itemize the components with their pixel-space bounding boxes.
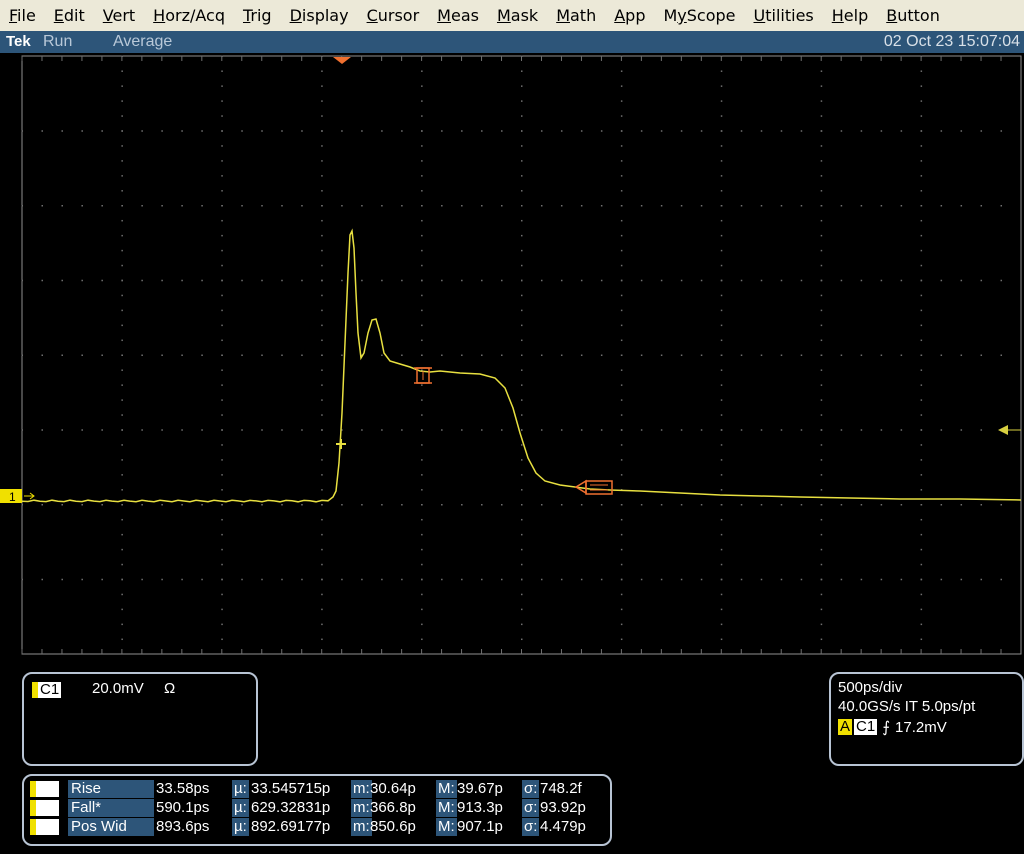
menu-file[interactable]: File [0,0,45,31]
meas-sd: 748.2f [540,780,582,797]
menu-math[interactable]: Math [547,0,605,31]
meas-sd-label: σ: [522,780,540,798]
meas-min-label: m: [351,818,372,836]
date-time: 02 Oct 23 15:07:04 [883,33,1020,50]
meas-channel: C1 [30,781,60,798]
trigger-source: C1 [854,718,878,735]
vertical-scale: 20.0mV [92,680,144,697]
meas-mean: 892.69177p [251,818,331,835]
meas-sd: 4.479p [540,818,586,835]
menu-meas[interactable]: Meas [428,0,488,31]
meas-max-label: M: [436,818,457,836]
meas-channel: C1 [30,819,60,836]
meas-sd-label: σ: [522,799,540,817]
measurement-table[interactable]: C1 Rise 33.58ps µ: 33.545715p m: 30.64p M: 39.67… [22,774,612,846]
meas-max-label: M: [436,780,457,798]
meas-row[interactable]: C1 Pos Wid 893.6ps µ: 892.69177p m: 850.6p M: 90… [24,818,604,836]
menu-mask[interactable]: Mask [488,0,547,31]
menu-display[interactable]: Display [281,0,358,31]
trigger-level: 17.2mV [895,718,947,736]
meas-row[interactable]: C1 Rise 33.58ps µ: 33.545715p m: 30.64p M: 39.67… [24,780,604,798]
menu-myscope[interactable]: MyScope [654,0,744,31]
meas-value: 33.58ps [156,780,210,797]
meas-mean: 629.32831p [251,799,331,816]
timebase: 500ps/div [838,679,903,696]
meas-name: Rise [68,780,154,798]
meas-row[interactable]: C1 Fall* 590.1ps µ: 629.32831p m: 366.8p M: 913.… [24,799,604,817]
menu-app[interactable]: App [605,0,654,31]
meas-min-label: m: [351,780,372,798]
menu-bar: File Edit Vert Horz/Acq Trig Display Cursor Mea… [0,0,1024,32]
meas-min-label: m: [351,799,372,817]
menu-horzacq[interactable]: Horz/Acq [144,0,234,31]
acq-mode[interactable]: Average [113,33,172,51]
meas-max: 39.67p [457,780,503,797]
meas-max: 907.1p [457,818,503,835]
trigger-slope-icon: ⨍ [882,719,891,736]
trigger-readout: A C1 ⨍ 17.2mV [838,718,947,736]
meas-mean-label: µ: [232,818,249,836]
brand-label: Tek [6,33,31,50]
impedance-icon: Ω [164,680,176,697]
meas-min: 850.6p [370,818,416,835]
sample-rate: 40.0GS/s IT 5.0ps/pt [838,698,976,715]
meas-mean-label: µ: [232,799,249,817]
channel-settings-box[interactable]: C1 20.0mV Ω [22,672,258,766]
meas-mean: 33.545715p [251,780,331,797]
run-state[interactable]: Run [43,33,72,51]
meas-value: 590.1ps [156,799,210,816]
meas-channel: C1 [30,800,60,817]
meas-min: 30.64p [370,780,416,797]
menu-vert[interactable]: Vert [94,0,144,31]
meas-value: 893.6ps [156,818,210,835]
channel-tag: C1 [32,682,62,698]
meas-name: Fall* [68,799,154,817]
waveform-display[interactable]: 1 [0,53,1024,663]
trigger-tag: A [838,718,853,735]
menu-cursor[interactable]: Cursor [358,0,429,31]
meas-max: 913.3p [457,799,503,816]
meas-min: 366.8p [370,799,416,816]
menu-utilities[interactable]: Utilities [745,0,823,31]
menu-trig[interactable]: Trig [234,0,281,31]
meas-max-label: M: [436,799,457,817]
meas-sd-label: σ: [522,818,540,836]
meas-mean-label: µ: [232,780,249,798]
status-bar: Tek Run Average 02 Oct 23 15:07:04 [0,31,1024,53]
horizontal-settings-box[interactable]: 500ps/div 40.0GS/s IT 5.0ps/pt A C1 ⨍ 17… [829,672,1024,766]
meas-sd: 93.92p [540,799,586,816]
meas-name: Pos Wid [68,818,154,836]
menu-edit[interactable]: Edit [45,0,94,31]
channel-1-marker-label: 1 [9,490,16,504]
menu-help[interactable]: Help [823,0,877,31]
menu-button[interactable]: Button [877,0,949,31]
